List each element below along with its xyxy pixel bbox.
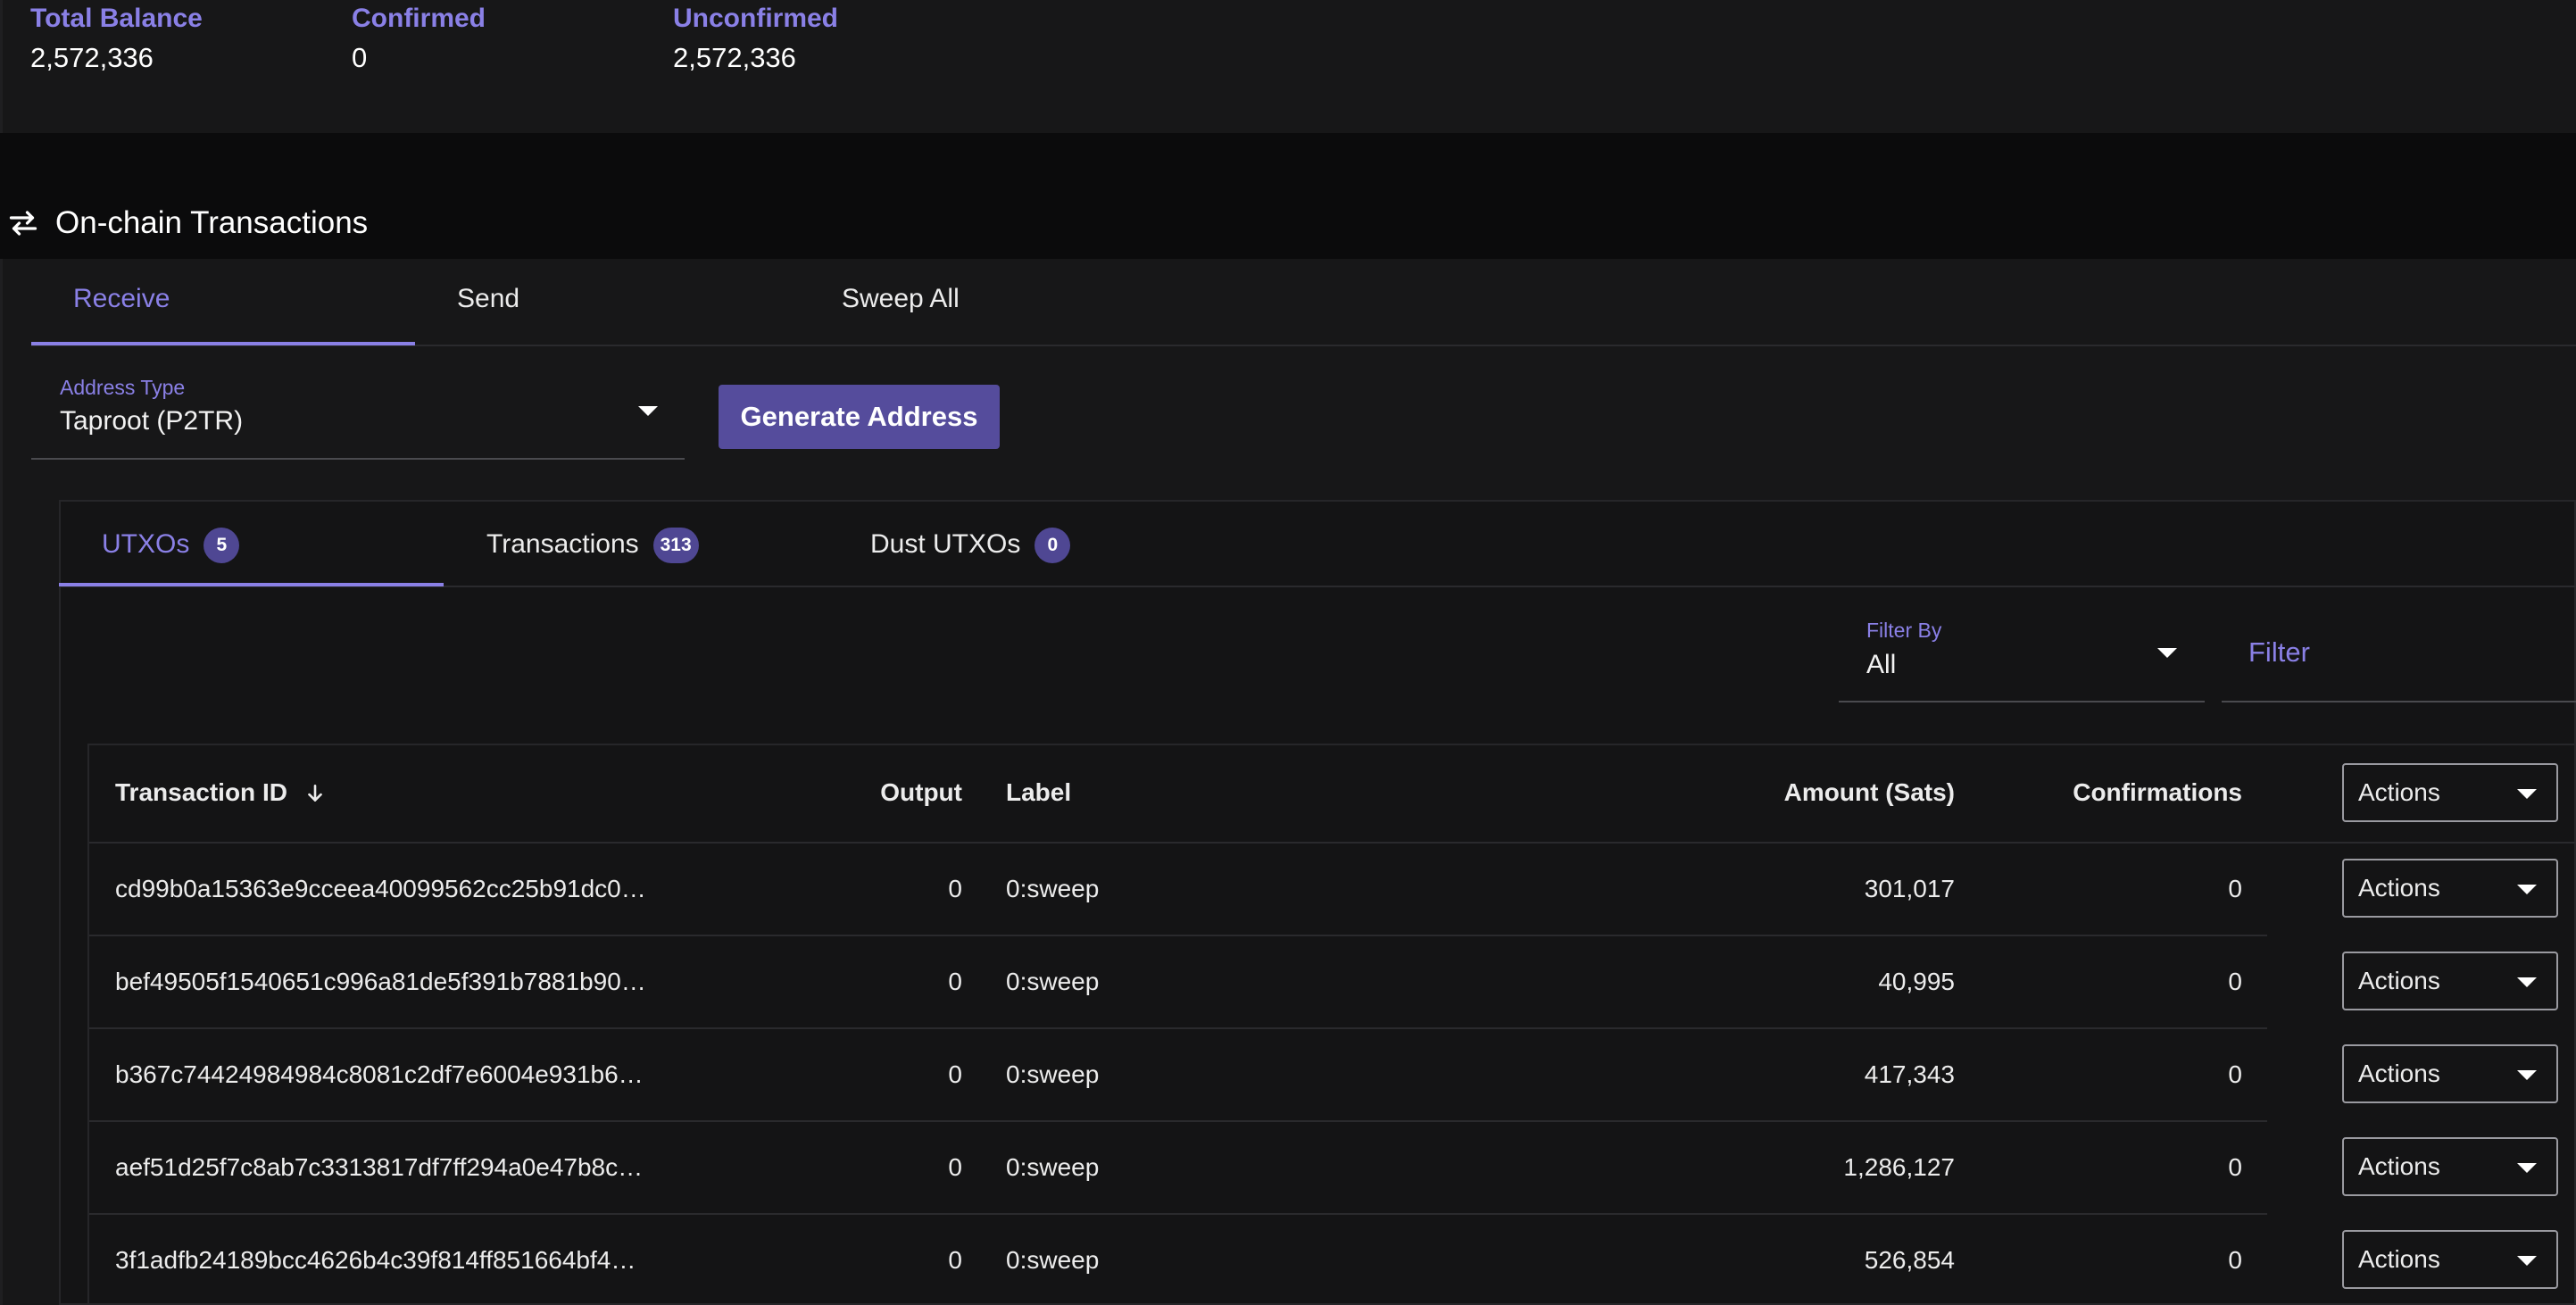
row-amount: 1,286,127 <box>1843 1153 1955 1181</box>
row-output: 0 <box>948 1060 962 1088</box>
row-txid[interactable]: 3f1adfb24189bcc4626b4c39f814ff851664bf4… <box>115 1246 636 1275</box>
tab-utxos-label: UTXOs <box>102 528 190 559</box>
swap-arrows-icon <box>9 211 37 236</box>
confirmed-label: Confirmed <box>352 4 486 33</box>
utxo-tab-active-indicator <box>59 583 444 586</box>
column-header-confirmations: Confirmations <box>2073 778 2242 806</box>
chevron-down-icon <box>2517 789 2537 799</box>
row-label: 0:sweep <box>1006 1246 1100 1274</box>
row-amount: 301,017 <box>1864 875 1955 902</box>
chevron-down-icon <box>2517 1070 2537 1080</box>
unconfirmed-value: 2,572,336 <box>673 42 796 73</box>
row-actions-select[interactable]: Actions <box>2342 859 2558 918</box>
row-amount: 526,854 <box>1864 1246 1955 1274</box>
tab-utxos[interactable]: UTXOs 5 <box>102 528 240 563</box>
row-divider <box>89 1120 2267 1122</box>
row-confirmations: 0 <box>2228 875 2242 902</box>
section-header: On-chain Transactions <box>7 201 368 245</box>
row-output: 0 <box>948 968 962 995</box>
chevron-down-icon <box>2517 977 2537 987</box>
dust-utxos-count-badge: 0 <box>1035 528 1071 563</box>
row-output: 0 <box>948 1153 962 1181</box>
filter-input[interactable]: Filter <box>2248 636 2310 669</box>
filter-by-value: All <box>1866 650 1897 679</box>
address-type-label: Address Type <box>60 376 186 399</box>
total-balance-label: Total Balance <box>30 4 203 33</box>
address-type-select[interactable]: Address Type Taproot (P2TR) <box>31 370 685 460</box>
address-type-value: Taproot (P2TR) <box>60 406 244 436</box>
unconfirmed-label: Unconfirmed <box>673 4 839 33</box>
confirmed-value: 0 <box>352 42 368 73</box>
row-label: 0:sweep <box>1006 1153 1100 1181</box>
filter-by-underline <box>1839 701 2205 702</box>
row-confirmations: 0 <box>2228 1246 2242 1274</box>
row-confirmations: 0 <box>2228 1060 2242 1088</box>
tab-sweep-all[interactable]: Sweep All <box>842 284 960 314</box>
tab-send[interactable]: Send <box>457 284 519 314</box>
row-label: 0:sweep <box>1006 875 1100 902</box>
row-actions-select[interactable]: Actions <box>2342 952 2558 1010</box>
column-header-amount: Amount (Sats) <box>1783 778 1955 806</box>
generate-address-button[interactable]: Generate Address <box>719 385 1000 449</box>
row-confirmations: 0 <box>2228 1153 2242 1181</box>
total-balance-value: 2,572,336 <box>30 42 154 73</box>
tab-active-indicator <box>31 342 415 345</box>
chevron-down-icon <box>2517 885 2537 894</box>
filter-by-select[interactable]: Filter By All <box>1839 616 2205 703</box>
tab-transactions[interactable]: Transactions 313 <box>486 528 699 563</box>
row-txid[interactable]: b367c74424984984c8081c2df7e6004e931b6… <box>115 1060 644 1089</box>
row-amount: 417,343 <box>1864 1060 1955 1088</box>
row-actions-select[interactable]: Actions <box>2342 1230 2558 1289</box>
row-actions-select[interactable]: Actions <box>2342 1044 2558 1103</box>
filter-input-underline <box>2222 701 2576 702</box>
row-label: 0:sweep <box>1006 968 1100 995</box>
tab-receive[interactable]: Receive <box>73 284 170 314</box>
row-output: 0 <box>948 875 962 902</box>
row-divider <box>89 935 2267 936</box>
transactions-count-badge: 313 <box>652 528 699 563</box>
address-type-underline <box>31 458 685 460</box>
section-title: On-chain Transactions <box>55 205 369 240</box>
column-header-label: Label <box>1006 778 1072 806</box>
header-divider <box>89 842 2576 844</box>
bulk-actions-select[interactable]: Actions <box>2342 763 2558 822</box>
arrow-down-icon <box>307 785 322 802</box>
row-amount: 40,995 <box>1878 968 1955 995</box>
row-divider <box>89 1027 2267 1029</box>
chevron-down-icon <box>2517 1163 2537 1173</box>
row-confirmations: 0 <box>2228 968 2242 995</box>
utxo-table <box>87 744 2576 1305</box>
utxos-count-badge: 5 <box>204 528 240 563</box>
chevron-down-icon <box>638 406 658 416</box>
column-header-output: Output <box>880 778 962 806</box>
column-header-transaction-id[interactable]: Transaction ID <box>115 778 327 807</box>
row-txid[interactable]: bef49505f1540651c996a81de5f391b7881b90… <box>115 968 646 996</box>
row-divider <box>89 1213 2267 1215</box>
row-label: 0:sweep <box>1006 1060 1100 1088</box>
row-txid[interactable]: cd99b0a15363e9cceea40099562cc25b91dc0… <box>115 875 646 903</box>
tab-transactions-label: Transactions <box>486 528 639 559</box>
chevron-down-icon <box>2157 648 2177 658</box>
tab-dust-utxos[interactable]: Dust UTXOs 0 <box>870 528 1071 563</box>
row-output: 0 <box>948 1246 962 1274</box>
tab-dust-utxos-label: Dust UTXOs <box>870 528 1021 559</box>
filter-by-label: Filter By <box>1866 619 1942 642</box>
row-txid[interactable]: aef51d25f7c8ab7c3313817df7ff294a0e47b8c… <box>115 1153 643 1182</box>
chevron-down-icon <box>2517 1256 2537 1266</box>
row-actions-select[interactable]: Actions <box>2342 1137 2558 1196</box>
